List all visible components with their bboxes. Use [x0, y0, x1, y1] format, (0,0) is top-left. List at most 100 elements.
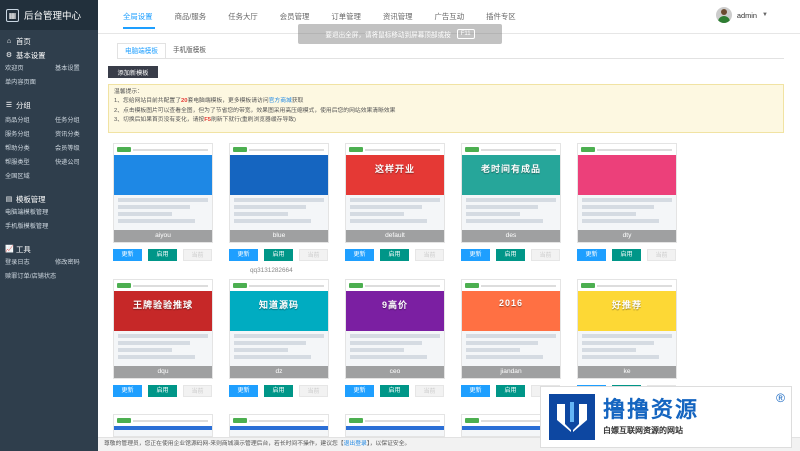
topnav-tab[interactable]: 任务大厅	[228, 11, 258, 22]
brand: ▦ 后台管理中心	[0, 0, 98, 30]
template-card: dty 更新 启用 当前	[577, 143, 677, 261]
official-store-link[interactable]: 官方商城	[269, 98, 292, 104]
current-button[interactable]: 当前	[415, 249, 444, 261]
topnav-tab[interactable]: 全局设置	[123, 11, 153, 22]
sidebar-item[interactable]: 任务分组	[55, 114, 99, 128]
update-button[interactable]: 更新	[229, 385, 258, 397]
tab-mobile-templates[interactable]: 手机版模板	[166, 43, 213, 59]
sidebar-item[interactable]: 电脑端模板管理	[5, 206, 99, 220]
enable-button[interactable]: 启用	[380, 385, 409, 397]
update-button[interactable]: 更新	[113, 385, 142, 397]
brand-title: 后台管理中心	[24, 11, 82, 22]
sidebar-item[interactable]: 快递公司	[55, 156, 99, 170]
sidebar-section-tools[interactable]: 📈 工具	[0, 242, 98, 256]
update-button[interactable]: 更新	[113, 249, 142, 261]
user-menu[interactable]: admin ▼	[715, 7, 768, 23]
topnav-tab[interactable]: 插件专区	[486, 11, 516, 22]
chart-icon: 📈	[5, 246, 14, 253]
logout-link[interactable]: 退出登录	[344, 441, 367, 447]
template-card-partial	[113, 414, 213, 437]
subtabs: 电脑端模板 手机版模板	[117, 43, 213, 59]
update-button[interactable]: 更新	[345, 249, 374, 261]
add-template-button[interactable]: 添加新模板	[108, 66, 158, 78]
enable-button[interactable]: 启用	[264, 385, 293, 397]
sidebar-section-group[interactable]: ☰ 分组	[0, 98, 98, 112]
sidebar-item[interactable]: 赎罪订单/店铺状态	[5, 270, 99, 284]
template-thumbnail[interactable]: 9高价 ceo	[345, 279, 445, 379]
sidebar-item[interactable]: 登录日志	[5, 256, 55, 270]
enable-button[interactable]: 启用	[496, 385, 525, 397]
template-thumbnail[interactable]	[113, 414, 213, 437]
template-name: blue	[230, 230, 328, 242]
sidebar-item[interactable]: 全国区域	[5, 170, 55, 184]
topnav-tab[interactable]: 资讯管理	[383, 11, 413, 22]
update-button[interactable]: 更新	[461, 385, 490, 397]
tips-line: 1、您给网站目前共配置了20套电脑端模板，更多模板请访问官方商城获取	[114, 98, 304, 105]
sidebar-item[interactable]: 会员等级	[55, 142, 99, 156]
topnav-tab[interactable]: 会员管理	[280, 11, 310, 22]
enable-button[interactable]: 启用	[612, 249, 641, 261]
enable-button[interactable]: 启用	[148, 385, 177, 397]
template-thumbnail[interactable]: 王牌验验推球 dqu	[113, 279, 213, 379]
enable-button[interactable]: 启用	[380, 249, 409, 261]
tab-pc-templates[interactable]: 电脑端模板	[117, 43, 166, 59]
update-button[interactable]: 更新	[461, 249, 490, 261]
template-banner-text: 王牌验验推球	[132, 300, 193, 310]
sidebar-item[interactable]: 帮服类型	[5, 156, 55, 170]
sidebar-item[interactable]: 欢迎页	[5, 62, 55, 76]
current-button[interactable]: 当前	[299, 249, 328, 261]
current-button[interactable]: 当前	[647, 249, 676, 261]
topnav-tab[interactable]: 订单管理	[331, 11, 361, 22]
template-name: dty	[578, 230, 676, 242]
template-thumbnail[interactable]: 好推荐 ke	[577, 279, 677, 379]
template-thumbnail[interactable]: blue	[229, 143, 329, 243]
topnav-tab[interactable]: 广告互动	[435, 11, 465, 22]
current-button[interactable]: 当前	[183, 385, 212, 397]
template-thumbnail[interactable]	[229, 414, 329, 437]
template-card: 这样开业 default 更新 启用 当前	[345, 143, 445, 261]
sidebar-item[interactable]: 修改密码	[55, 256, 99, 270]
enable-button[interactable]: 启用	[264, 249, 293, 261]
update-button[interactable]: 更新	[229, 249, 258, 261]
sidebar-item[interactable]: 资讯分类	[55, 128, 99, 142]
sidebar-item-home[interactable]: ⌂ 首页	[0, 34, 98, 48]
sidebar-item[interactable]: 帮助分类	[5, 142, 55, 156]
template-thumbnail[interactable]: dty	[577, 143, 677, 243]
tips-line: 3、切换后如果首页没有变化，请按F5刷新下就行(重刷浏览器缓存导致)	[114, 116, 296, 123]
brand-logo-icon: ▦	[6, 8, 19, 22]
fullscreen-key: F11	[456, 29, 475, 39]
sidebar-item[interactable]: 手机版模板管理	[5, 220, 99, 234]
fullscreen-notice: 要退出全屏，请将鼠标移动到屏幕顶部或按 F11	[298, 24, 502, 44]
badge-logo-icon	[549, 394, 595, 440]
topnav-tab[interactable]: 商品/服务	[175, 11, 207, 22]
template-banner	[114, 159, 212, 195]
enable-button[interactable]: 启用	[148, 249, 177, 261]
update-button[interactable]: 更新	[345, 385, 374, 397]
template-banner-text: 好推荐	[611, 300, 642, 310]
current-button[interactable]: 当前	[531, 249, 560, 261]
sidebar-item[interactable]: 商品分组	[5, 114, 55, 128]
enable-button[interactable]: 启用	[496, 249, 525, 261]
sidebar-item[interactable]: 单内容页面	[5, 76, 55, 90]
template-thumbnail[interactable]: 2016 jiandan	[461, 279, 561, 379]
template-card-partial	[345, 414, 445, 437]
sidebar-item[interactable]: 基本设置	[55, 62, 99, 76]
template-thumbnail[interactable]: aiyou	[113, 143, 213, 243]
current-button[interactable]: 当前	[415, 385, 444, 397]
sidebar-section-template[interactable]: ▤ 模板管理	[0, 192, 98, 206]
sidebar: ▦ 后台管理中心 ⌂ 首页 ⚙ 基本设置 欢迎页 基本设置 单内容页面 ☰ 分组 商品…	[0, 0, 98, 451]
template-thumbnail[interactable]: 知道源码 dz	[229, 279, 329, 379]
template-banner-text: 2016	[498, 298, 524, 308]
template-thumbnail[interactable]: 老时间有成品 des	[461, 143, 561, 243]
current-button[interactable]: 当前	[299, 385, 328, 397]
sidebar-item[interactable]: 服务分组	[5, 128, 55, 142]
template-banner	[578, 159, 676, 195]
current-button[interactable]: 当前	[183, 249, 212, 261]
template-card: 9高价 ceo 更新 启用 当前	[345, 279, 445, 397]
update-button[interactable]: 更新	[577, 249, 606, 261]
template-thumbnail[interactable]: 这样开业 default	[345, 143, 445, 243]
template-card: aiyou 更新 启用 当前	[113, 143, 213, 261]
sidebar-section-basic[interactable]: ⚙ 基本设置	[0, 48, 98, 62]
refresh-key: F5	[204, 116, 211, 123]
template-thumbnail[interactable]	[345, 414, 445, 437]
